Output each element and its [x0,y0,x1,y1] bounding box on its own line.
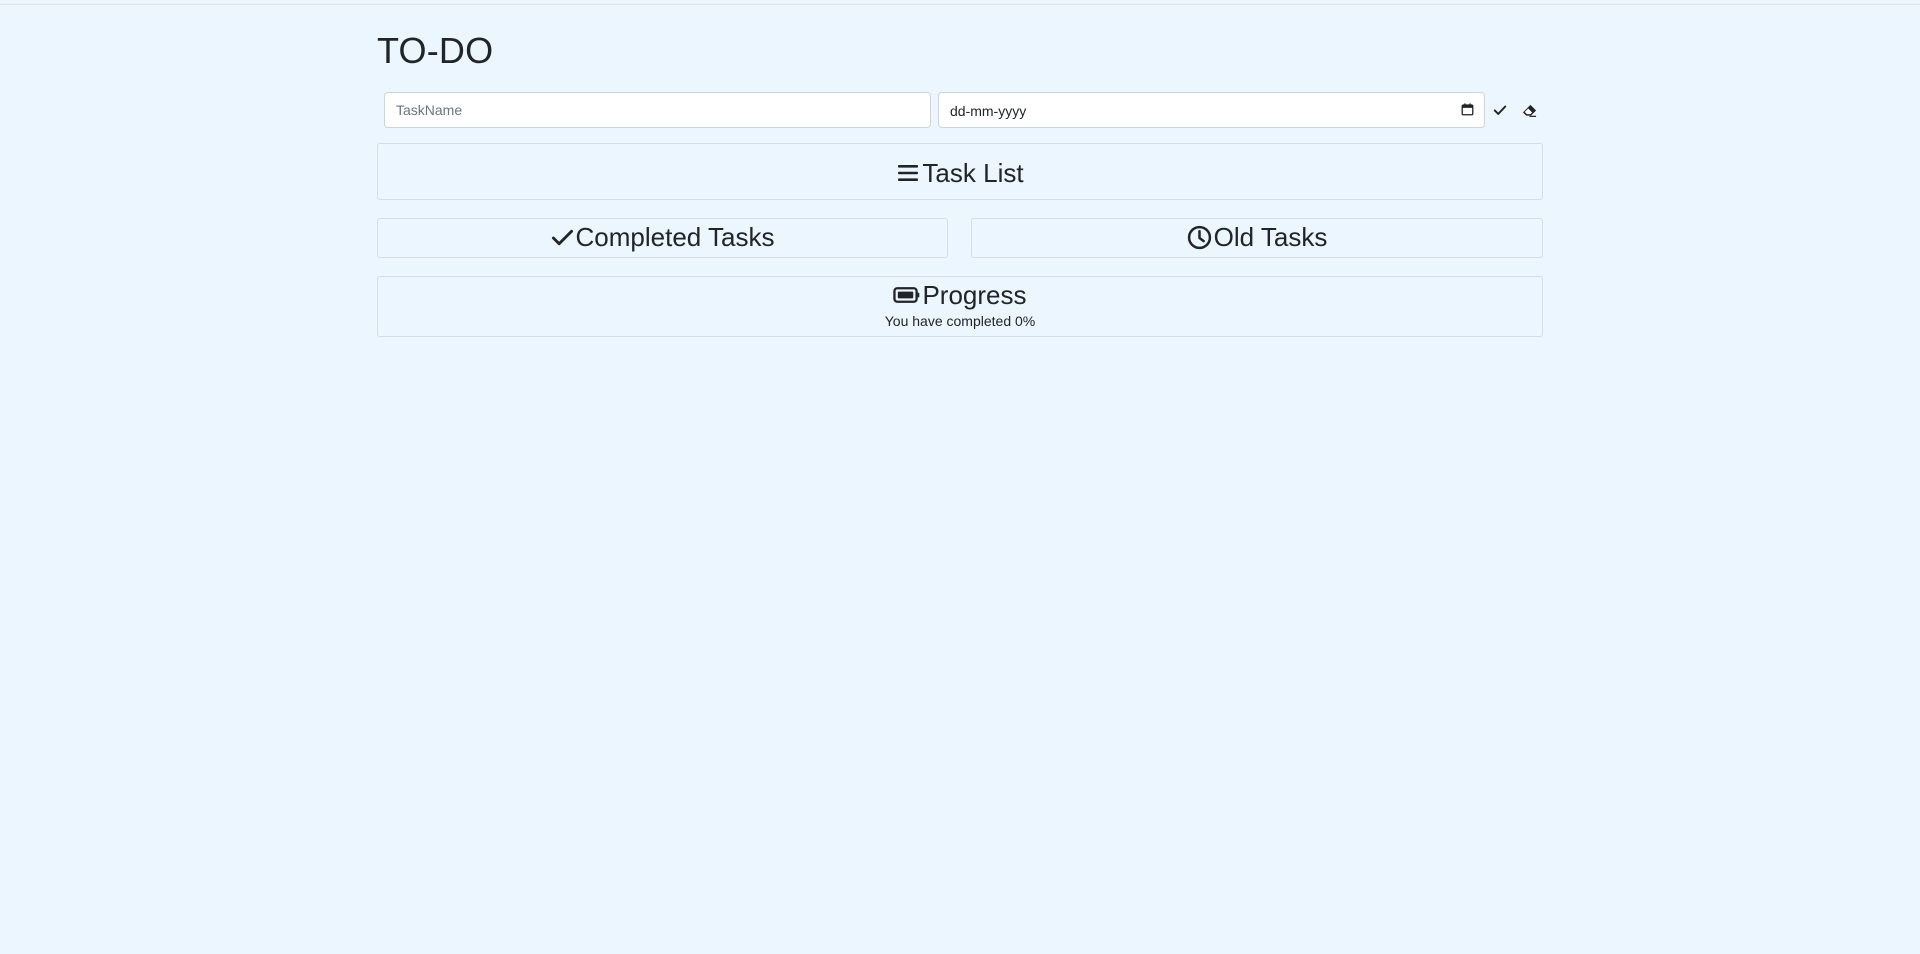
calendar-icon[interactable] [1461,103,1474,116]
progress-section[interactable]: Progress You have completed 0% [377,276,1543,337]
progress-label: Progress [922,280,1027,310]
progress-status-text: You have completed 0% [884,313,1036,329]
page-title: TO-DO [377,30,494,71]
completed-tasks-heading: Completed Tasks [551,222,775,252]
completed-tasks-label: Completed Tasks [575,222,775,252]
add-task-button[interactable] [1488,98,1512,122]
list-icon [898,165,919,181]
task-list-label: Task List [922,158,1024,188]
progress-heading: Progress [893,280,1027,310]
clock-icon [1187,225,1211,249]
check-icon [551,229,573,245]
top-border [0,0,1920,5]
old-tasks-heading: Old Tasks [1187,222,1328,252]
task-entry-form: dd-mm-yyyy [377,92,1543,128]
old-tasks-label: Old Tasks [1213,222,1328,252]
eraser-icon [1522,104,1536,117]
task-name-input[interactable] [384,92,931,128]
battery-icon [893,287,920,303]
due-date-input[interactable]: dd-mm-yyyy [938,92,1485,128]
completed-tasks-section[interactable]: Completed Tasks [377,218,948,258]
task-list-heading: Task List [896,158,1024,188]
check-icon [1493,105,1507,115]
clear-input-button[interactable] [1517,98,1541,122]
due-date-placeholder: dd-mm-yyyy [950,103,1027,119]
old-tasks-section[interactable]: Old Tasks [971,218,1543,258]
task-list-section[interactable]: Task List [377,143,1543,200]
